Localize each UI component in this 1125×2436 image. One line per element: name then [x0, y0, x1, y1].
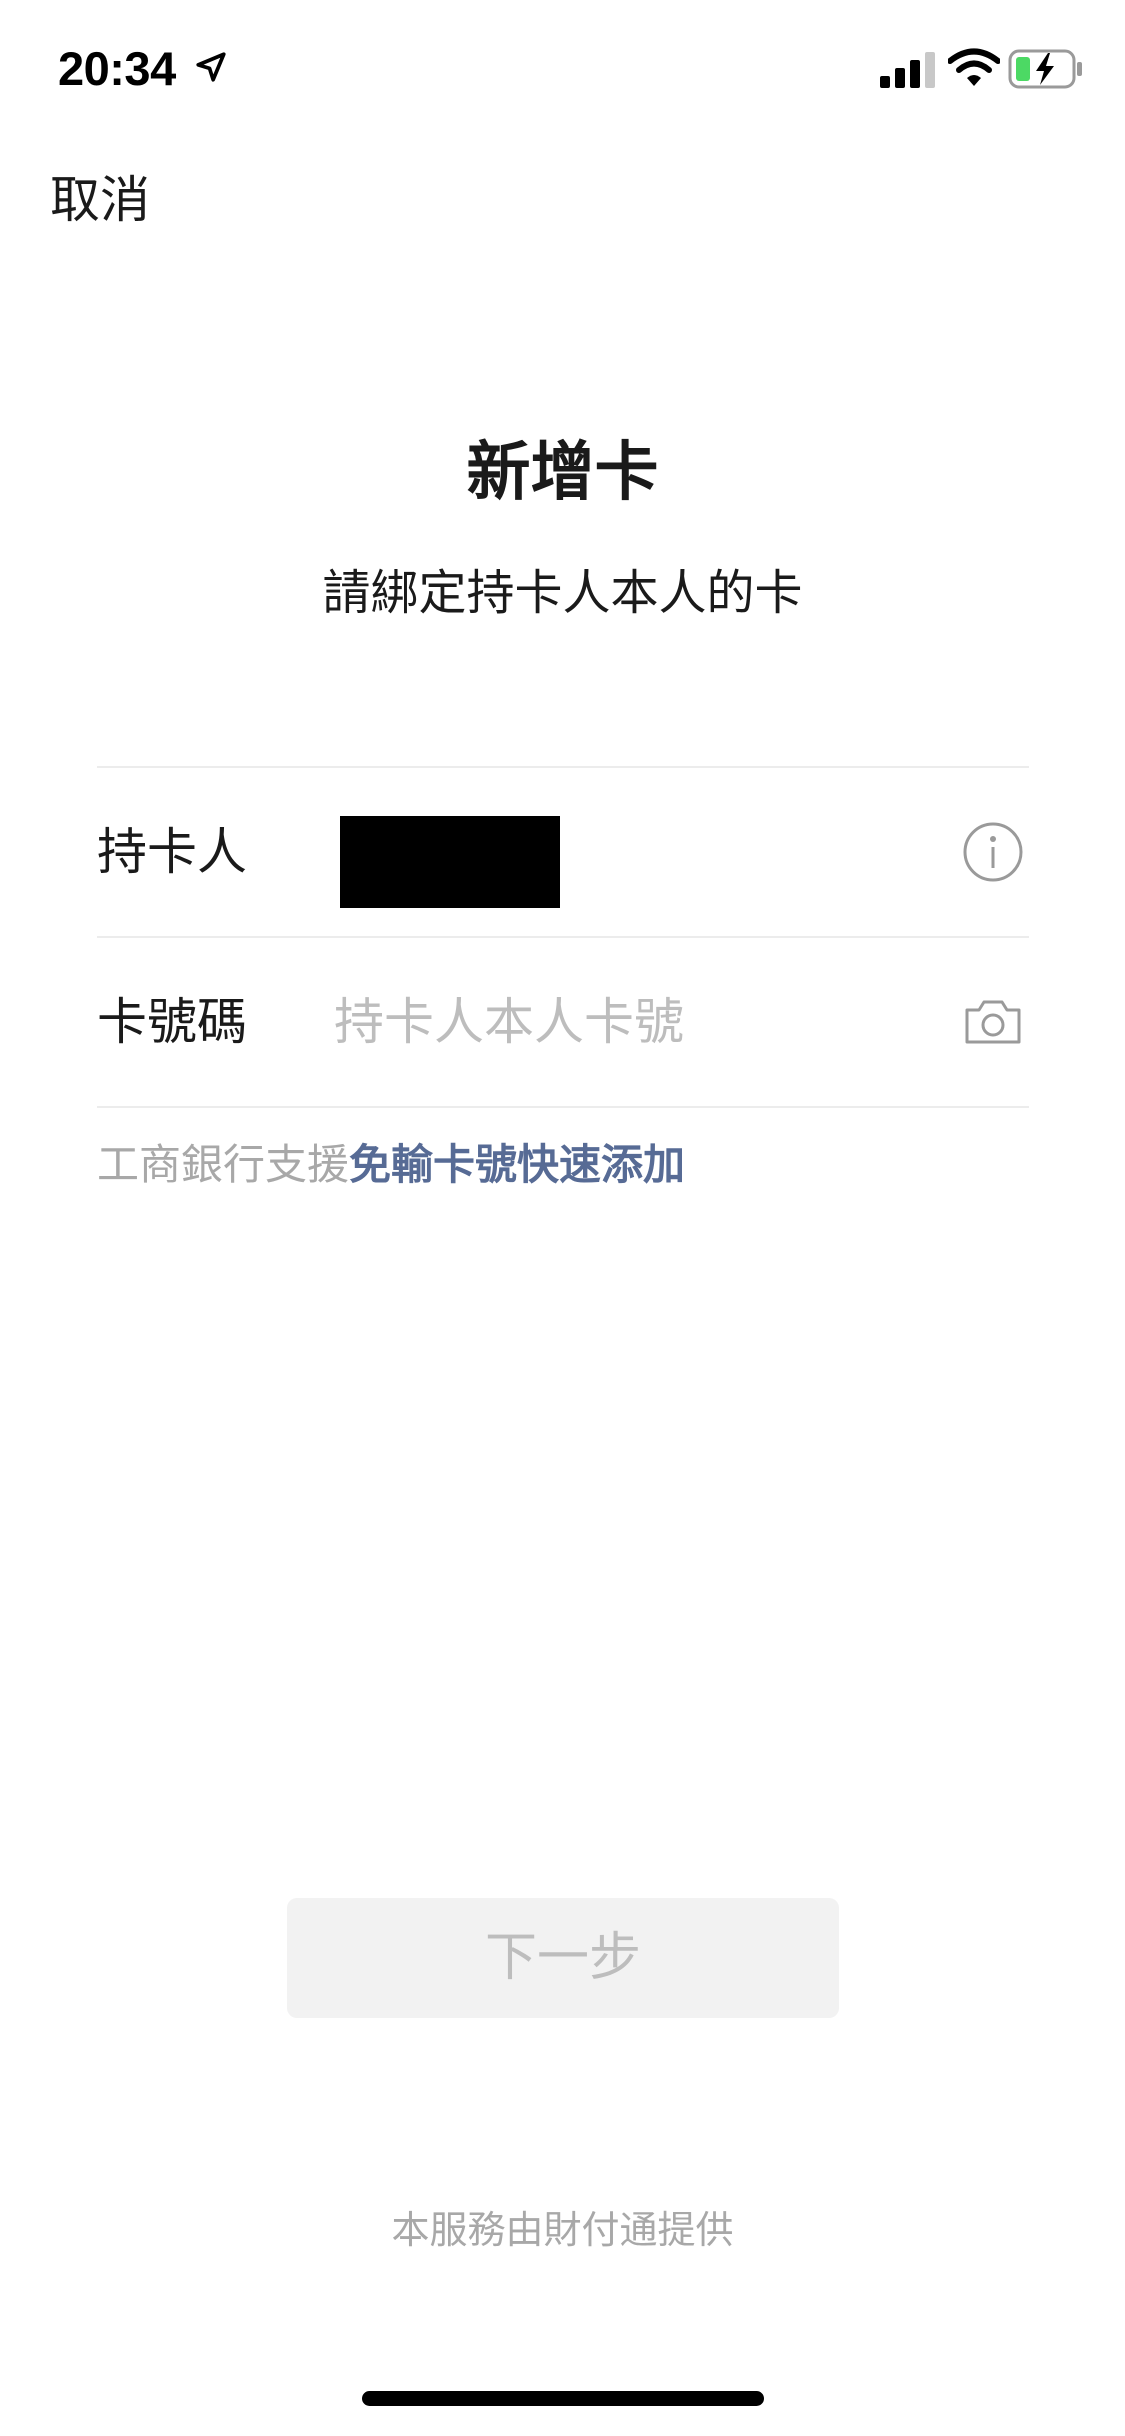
- cellular-signal-icon: [880, 52, 935, 88]
- cancel-button[interactable]: 取消: [50, 165, 150, 235]
- quick-add-hint: 工商銀行支援免輸卡號快速添加: [97, 1130, 685, 1200]
- quick-add-prefix: 工商銀行支援: [97, 1140, 350, 1189]
- form-divider-bottom: [97, 1106, 1029, 1108]
- status-bar: 20:34: [0, 0, 1125, 140]
- cardholder-row: 持卡人: [97, 768, 1029, 936]
- wifi-icon: [948, 48, 1000, 86]
- cardholder-label: 持卡人: [97, 823, 247, 881]
- page-subtitle: 請綁定持卡人本人的卡: [322, 565, 803, 621]
- info-icon[interactable]: [961, 820, 1025, 884]
- cardholder-name-redacted: [340, 816, 560, 908]
- home-indicator[interactable]: [362, 2391, 764, 2406]
- battery-charging-icon: [1008, 49, 1082, 89]
- status-time: 20:34: [58, 42, 176, 95]
- location-arrow-icon: [196, 52, 226, 82]
- footer-provider-text: 本服務由財付通提供: [391, 2208, 734, 2252]
- page-title: 新增卡: [466, 436, 659, 510]
- card-number-label: 卡號碼: [97, 993, 247, 1051]
- card-number-input[interactable]: [334, 938, 894, 1106]
- next-step-button[interactable]: 下一步: [287, 1898, 839, 2018]
- card-number-row: 卡號碼: [97, 938, 1029, 1106]
- quick-add-link[interactable]: 免輸卡號快速添加: [349, 1140, 685, 1189]
- camera-icon[interactable]: [961, 990, 1025, 1054]
